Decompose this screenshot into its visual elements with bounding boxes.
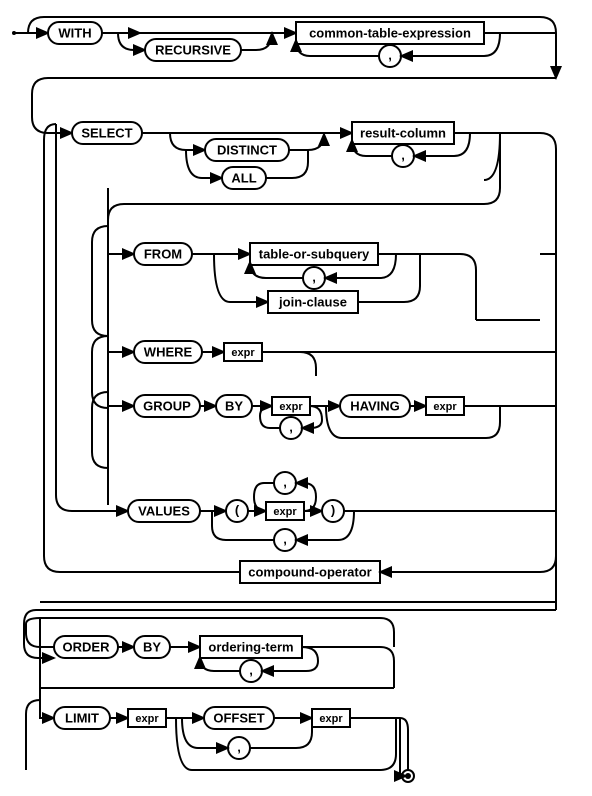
svg-text:OFFSET: OFFSET [213, 710, 264, 725]
keyword-select: SELECT [72, 122, 142, 144]
svg-text:expr: expr [279, 401, 303, 413]
keyword-with: WITH [48, 22, 102, 44]
svg-text:common-table-expression: common-table-expression [309, 25, 471, 40]
punct-comma-values-outer: , [274, 529, 296, 551]
keyword-order: ORDER [54, 636, 118, 658]
svg-text:(: ( [235, 502, 240, 517]
svg-text:GROUP: GROUP [143, 398, 191, 413]
nonterminal-expr-where: expr [224, 343, 262, 361]
keyword-recursive: RECURSIVE [145, 39, 241, 61]
svg-text:expr: expr [135, 713, 159, 725]
svg-text:FROM: FROM [144, 246, 182, 261]
punct-lparen-values: ( [226, 500, 248, 522]
punct-comma-order: , [240, 660, 262, 682]
svg-text:expr: expr [433, 401, 457, 413]
keyword-by-group: BY [216, 395, 252, 417]
nonterminal-common-table-expression: common-table-expression [296, 22, 484, 44]
svg-text:expr: expr [231, 347, 255, 359]
nonterminal-expr-offset: expr [312, 709, 350, 727]
svg-text:ORDER: ORDER [63, 639, 111, 654]
keyword-distinct: DISTINCT [205, 139, 289, 161]
nonterminal-compound-operator: compound-operator [240, 561, 380, 583]
nonterminal-expr-groupby: expr [272, 397, 310, 415]
svg-text:expr: expr [319, 713, 343, 725]
punct-rparen-values: ) [322, 500, 344, 522]
punct-comma-cte: , [379, 45, 401, 67]
keyword-all: ALL [222, 167, 266, 189]
svg-text:SELECT: SELECT [81, 125, 132, 140]
keyword-values: VALUES [128, 500, 200, 522]
nonterminal-table-or-subquery: table-or-subquery [250, 243, 378, 265]
svg-text:): ) [331, 502, 335, 517]
svg-text:RECURSIVE: RECURSIVE [155, 42, 231, 57]
svg-text:WITH: WITH [58, 25, 91, 40]
punct-comma-limit: , [228, 737, 250, 759]
svg-text:VALUES: VALUES [138, 503, 190, 518]
nonterminal-expr-values: expr [266, 502, 304, 520]
keyword-group: GROUP [134, 395, 200, 417]
svg-text:,: , [401, 147, 405, 162]
svg-text:compound-operator: compound-operator [248, 564, 372, 579]
keyword-offset: OFFSET [204, 707, 274, 729]
nonterminal-join-clause: join-clause [268, 291, 358, 313]
svg-text:,: , [249, 662, 253, 677]
svg-text:,: , [283, 531, 287, 546]
keyword-by-order: BY [134, 636, 170, 658]
keyword-where: WHERE [134, 341, 202, 363]
svg-text:BY: BY [143, 639, 161, 654]
svg-text:,: , [237, 739, 241, 754]
svg-text:HAVING: HAVING [350, 398, 400, 413]
svg-text:WHERE: WHERE [144, 344, 193, 359]
nonterminal-expr-limit: expr [128, 709, 166, 727]
svg-text:DISTINCT: DISTINCT [217, 142, 277, 157]
punct-comma-result: , [392, 145, 414, 167]
svg-text:,: , [388, 47, 392, 62]
svg-text:table-or-subquery: table-or-subquery [259, 246, 370, 261]
nonterminal-ordering-term: ordering-term [200, 636, 302, 658]
svg-text:LIMIT: LIMIT [65, 710, 99, 725]
keyword-limit: LIMIT [54, 707, 110, 729]
svg-text:,: , [312, 269, 316, 284]
svg-text:,: , [289, 419, 293, 434]
svg-text:result-column: result-column [360, 125, 446, 140]
punct-comma-groupby: , [280, 417, 302, 439]
svg-text:ordering-term: ordering-term [208, 639, 293, 654]
svg-text:,: , [283, 474, 287, 489]
nonterminal-result-column: result-column [352, 122, 454, 144]
svg-text:join-clause: join-clause [278, 294, 347, 309]
keyword-having: HAVING [340, 395, 410, 417]
keyword-from: FROM [134, 243, 192, 265]
svg-text:BY: BY [225, 398, 243, 413]
nonterminal-expr-having: expr [426, 397, 464, 415]
svg-text:ALL: ALL [231, 170, 256, 185]
punct-comma-values-inner: , [274, 472, 296, 494]
punct-comma-tos: , [303, 267, 325, 289]
svg-text:expr: expr [273, 506, 297, 518]
